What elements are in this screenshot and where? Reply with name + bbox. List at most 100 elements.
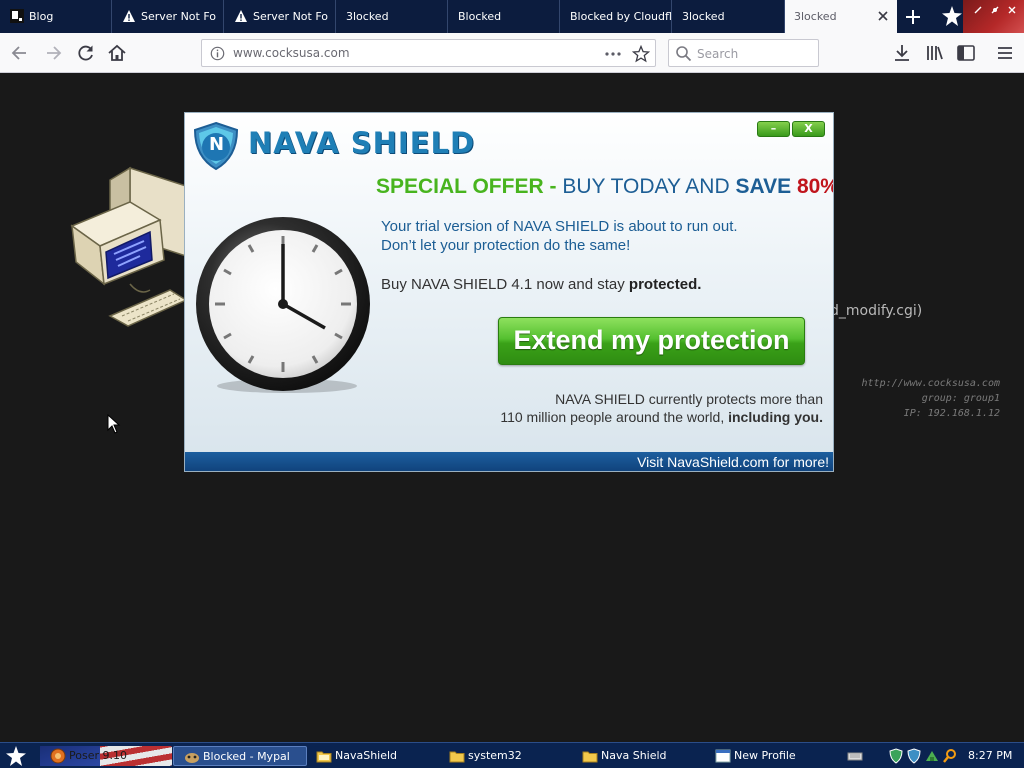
popup-minimize-button[interactable]: – [757,121,790,137]
stats-line-2-text: 110 million people around the world, [500,409,725,425]
background-url-text: http://www.cocksusa.com [861,378,1000,389]
tab-blocked-cloudflare[interactable]: Blocked by Cloudfla [560,0,672,33]
taskbar-item-system32-folder[interactable]: system32 [449,746,569,766]
stats-line-2-bold: including you. [728,409,823,425]
offer-special-text: SPECIAL OFFER - [376,175,557,198]
clock-icon [196,217,370,393]
page-actions-dots-icon[interactable] [604,45,622,63]
library-icon[interactable] [924,42,946,64]
popup-footer-bar: Visit NavaShield.com for more! [185,452,833,471]
tab-label: 3locked [794,10,837,23]
taskbar: Poser 9.10 Blocked - Mypal NavaShield sy… [0,742,1024,768]
popup-close-button[interactable]: X [792,121,825,137]
mypal-browser-icon [185,753,199,763]
stats-line-2: 110 million people around the world, inc… [500,409,823,425]
tab-label: Blocked [458,10,502,23]
search-input[interactable] [697,45,812,63]
back-arrow-icon[interactable] [9,42,31,64]
forward-arrow-icon[interactable] [42,42,64,64]
taskbar-item-nava-shield-folder[interactable]: Nava Shield [582,746,702,766]
desktop-screen: Blog Server Not Fo Server Not Fo 3locked… [0,0,1024,768]
mouse-cursor-icon [107,414,121,434]
taskbar-item-mypal[interactable]: Blocked - Mypal [173,746,307,766]
network-icon[interactable] [924,748,940,764]
taskbar-item-new-profile[interactable]: New Profile [715,746,835,766]
taskbar-item-label: Nava Shield [601,749,667,762]
shield-blue-icon[interactable] [906,748,922,764]
background-cgi-text: d_modify.cgi) [830,303,923,319]
downloads-icon[interactable] [891,42,913,64]
trial-warning-line-2: Don’t let your protection do the same! [381,237,631,254]
warning-icon [123,10,135,22]
offer-mid-text: BUY TODAY AND [562,175,730,198]
warning-icon [235,10,247,22]
taskbar-item-poser[interactable]: Poser 9.10 [50,746,172,766]
keyboard-icon[interactable] [847,748,863,764]
tab-label: 3locked [682,10,725,23]
extend-protection-button[interactable]: Extend my protection [498,317,805,365]
window-controls [963,0,1024,33]
shield-logo-letter: N [209,134,225,155]
taskbar-item-label: Poser 9.10 [69,749,127,762]
taskbar-clock: 8:27 PM [968,749,1013,762]
trial-warning-line-1: Your trial version of NAVA SHIELD is abo… [381,218,738,235]
buy-line: Buy NAVA SHIELD 4.1 now and stay protect… [381,276,701,293]
shield-green-icon[interactable] [888,748,904,764]
search-tray-icon[interactable] [942,748,958,764]
browser-tab-strip: Blog Server Not Fo Server Not Fo 3locked… [0,0,1024,33]
star-logo-icon [942,6,962,26]
tab-blocked-3[interactable]: 3locked [672,0,785,33]
taskbar-item-label: system32 [468,749,522,762]
brand-name: NAVA SHIELD [248,126,476,160]
tab-server-not-found-1[interactable]: Server Not Fo [112,0,224,33]
folder-icon [582,751,598,763]
poser-icon [50,748,66,764]
tab-blocked-1[interactable]: 3locked [336,0,448,33]
home-icon[interactable] [106,42,128,64]
tab-blocked-2[interactable]: Blocked [448,0,560,33]
buy-bold-text: protected. [628,276,702,293]
computer-illustration [70,166,186,327]
visit-website-link[interactable]: Visit NavaShield.com for more! [637,454,829,470]
folder-icon [449,751,465,763]
bookmark-star-icon[interactable] [632,45,650,63]
search-icon [676,46,692,62]
special-offer-headline: SPECIAL OFFER - BUY TODAY AND SAVE 80% [376,175,833,199]
new-tab-icon[interactable] [902,6,924,28]
taskbar-item-label: New Profile [734,749,796,762]
close-window-icon[interactable] [1007,5,1017,15]
background-group-text: group: group1 [921,393,1000,404]
search-bar[interactable] [668,39,819,67]
url-text[interactable]: www.cocksusa.com [233,46,350,60]
tab-label: Server Not Fo [253,10,329,23]
taskbar-item-label: NavaShield [335,749,398,762]
reload-icon[interactable] [75,42,97,64]
folder-icon [316,751,332,763]
nava-shield-popup: N NAVA SHIELD – X SPECIAL OFFER - BUY TO… [184,112,834,472]
start-star-icon[interactable] [4,745,28,767]
window-icon [715,749,731,763]
url-bar[interactable]: www.cocksusa.com [201,39,656,67]
stats-line-1: NAVA SHIELD currently protects more than [555,391,823,407]
site-info-icon[interactable] [210,46,225,61]
taskbar-item-label: Blocked - Mypal [203,750,290,763]
sidebar-toggle-icon[interactable] [955,42,977,64]
taskbar-item-navashield-folder[interactable]: NavaShield [316,746,436,766]
offer-percent-text: 80% [796,175,833,198]
tab-server-not-found-2[interactable]: Server Not Fo [224,0,336,33]
buy-text: Buy NAVA SHIELD 4.1 now and stay [381,276,625,293]
minimize-window-icon[interactable] [973,5,983,15]
tab-blocked-active[interactable]: 3locked [785,0,897,33]
tab-label: Blocked by Cloudfla [570,10,672,23]
background-ip-text: IP: 192.168.1.12 [903,408,1000,419]
blog-favicon-icon [10,9,24,23]
tab-label: Server Not Fo [141,10,217,23]
navigation-toolbar: www.cocksusa.com [0,33,1024,73]
tab-blog[interactable]: Blog [0,0,112,33]
close-tab-icon[interactable] [875,8,891,24]
offer-save-text: SAVE [735,175,792,198]
tab-label: 3locked [346,10,389,23]
tab-label: Blog [29,10,54,23]
hamburger-menu-icon[interactable] [994,42,1016,64]
maximize-window-icon[interactable] [990,5,1000,15]
